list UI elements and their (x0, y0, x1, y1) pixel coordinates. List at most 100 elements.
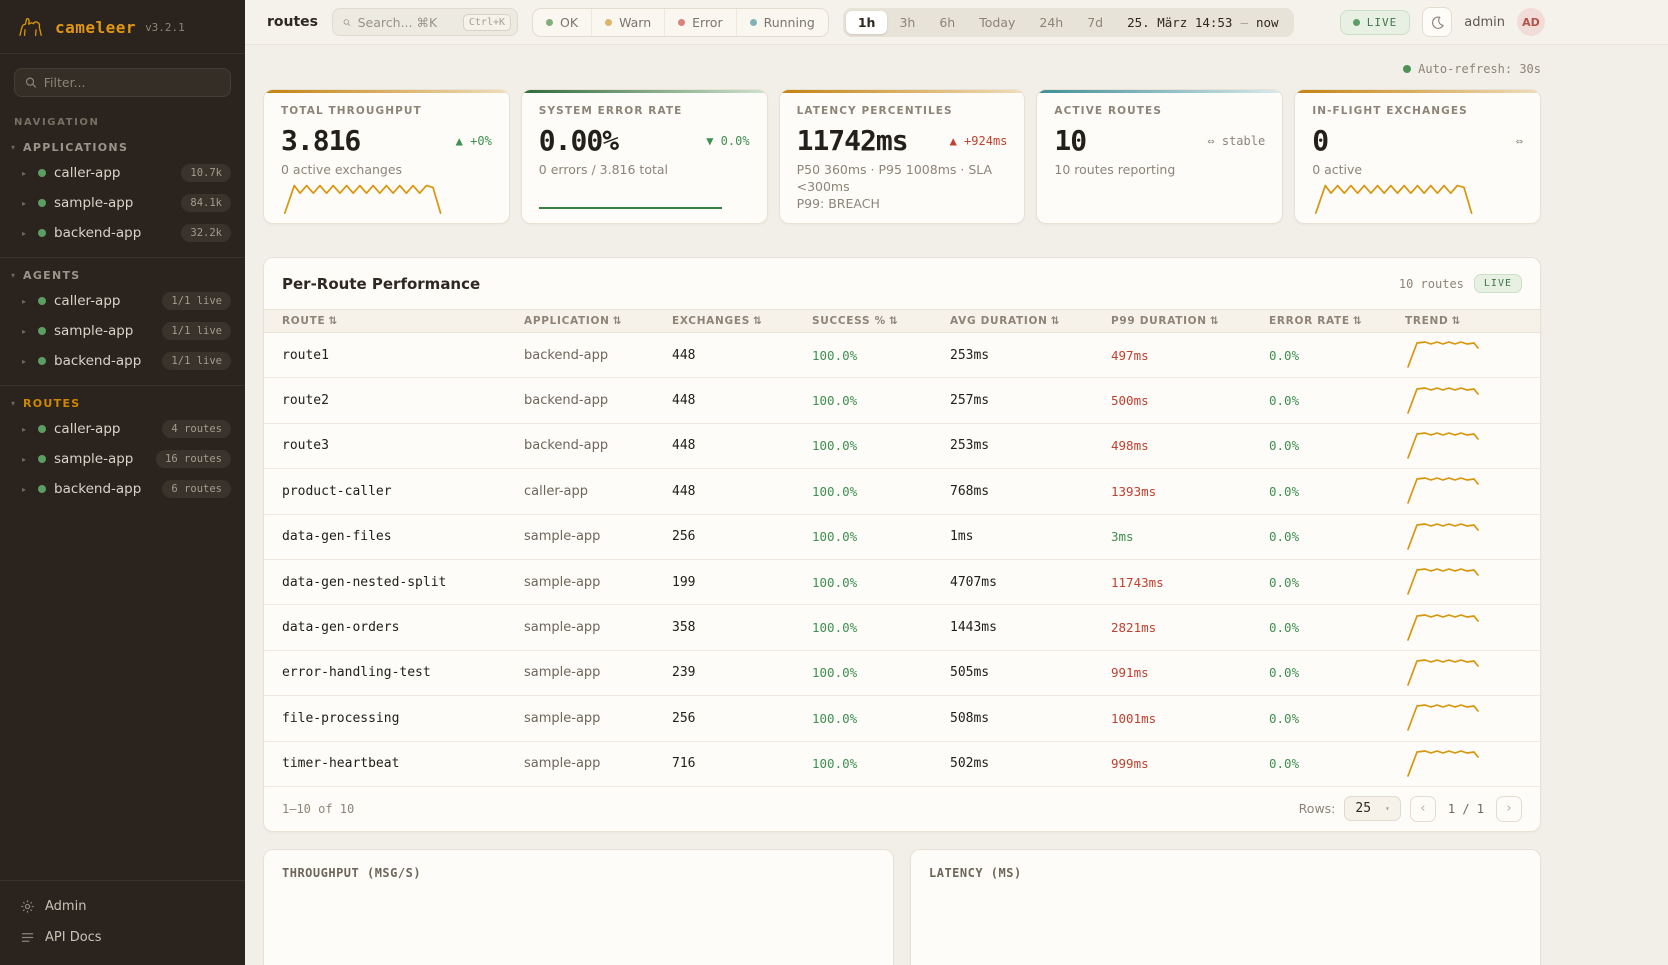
username[interactable]: admin (1464, 15, 1505, 30)
sidebar-item-routes-backend-app[interactable]: ▸ backend-app 6 routes (0, 474, 245, 504)
table-row[interactable]: data-gen-nested-splitsample-app199100.0%… (264, 560, 1540, 605)
filter-ok[interactable]: OK (533, 9, 592, 36)
table-row[interactable]: error-handling-testsample-app239100.0%50… (264, 651, 1540, 696)
table-row[interactable]: data-gen-filessample-app256100.0%1ms3ms0… (264, 515, 1540, 560)
time-range-6h[interactable]: 6h (927, 11, 967, 34)
table-row[interactable]: route3backend-app448100.0%253ms498ms0.0% (264, 424, 1540, 469)
sidebar-item-backend-app[interactable]: ▸ backend-app 32.2k (0, 218, 245, 248)
theme-toggle-button[interactable] (1422, 7, 1452, 37)
sidebar-section-applications[interactable]: ▾ APPLICATIONS (0, 132, 245, 158)
table-live-badge: LIVE (1474, 274, 1522, 293)
item-label: caller-app (54, 293, 154, 309)
sidebar-item-caller-app[interactable]: ▸ caller-app 10.7k (0, 158, 245, 188)
chevron-right-icon: ▸ (22, 455, 30, 464)
filter-label: Error (692, 15, 722, 30)
time-range-7d[interactable]: 7d (1075, 11, 1115, 34)
sidebar-item-routes-caller-app[interactable]: ▸ caller-app 4 routes (0, 414, 245, 444)
cell-avg-duration: 4707ms (950, 575, 1111, 590)
sort-icon: ⇅ (1210, 315, 1220, 327)
column-trend[interactable]: TREND⇅ (1405, 315, 1524, 327)
trend-sparkline (1405, 655, 1481, 687)
cell-avg-duration: 505ms (950, 665, 1111, 680)
routes-badge: 6 routes (162, 480, 231, 498)
live-badge: 1/1 live (162, 292, 231, 310)
item-label: sample-app (54, 195, 173, 211)
avatar[interactable]: AD (1517, 8, 1545, 36)
breadcrumb: routes (267, 14, 318, 30)
cell-success: 100.0% (812, 484, 950, 499)
count-badge: 84.1k (181, 194, 231, 212)
sidebar-section-routes[interactable]: ▾ ROUTES (0, 388, 245, 414)
sidebar-section-agents[interactable]: ▾ AGENTS (0, 260, 245, 286)
rows-per-page-select[interactable]: 25 ▾ (1344, 796, 1400, 821)
auto-refresh-label: Auto-refresh: 30s (1418, 62, 1541, 76)
column-route[interactable]: ROUTE⇅ (282, 315, 524, 327)
cell-exchanges: 199 (672, 575, 812, 590)
time-range-1h[interactable]: 1h (846, 11, 888, 34)
table-row[interactable]: data-gen-orderssample-app358100.0%1443ms… (264, 605, 1540, 650)
cell-route: data-gen-files (282, 529, 524, 544)
chevron-down-icon: ▾ (11, 143, 15, 152)
chevron-down-icon: ▾ (11, 271, 15, 280)
column-avg-duration[interactable]: AVG DURATION⇅ (950, 315, 1111, 327)
cell-avg-duration: 253ms (950, 438, 1111, 453)
item-label: caller-app (54, 421, 154, 437)
app-logo[interactable]: cameleer v3.2.1 (0, 0, 245, 54)
filter-warn[interactable]: Warn (592, 9, 665, 36)
sidebar-item-admin[interactable]: Admin (0, 891, 245, 922)
prev-page-button[interactable]: ‹ (1410, 796, 1436, 822)
live-label: LIVE (1367, 16, 1398, 29)
table-row[interactable]: product-callercaller-app448100.0%768ms13… (264, 469, 1540, 514)
cell-p99-duration: 3ms (1111, 529, 1269, 544)
date-range[interactable]: 25. März 14:53—now (1115, 15, 1290, 30)
table-row[interactable]: file-processingsample-app256100.0%508ms1… (264, 696, 1540, 741)
latency-chart-card: LATENCY (MS) (910, 849, 1541, 965)
cell-trend (1405, 700, 1524, 736)
card-accent-bar (1037, 90, 1282, 93)
table-row[interactable]: route1backend-app448100.0%253ms497ms0.0% (264, 333, 1540, 378)
next-page-button[interactable]: › (1496, 796, 1522, 822)
status-filter-group: OK Warn Error Running (532, 8, 829, 37)
route-count: 10 routes (1399, 277, 1464, 291)
cell-error-rate: 0.0% (1269, 393, 1405, 408)
count-badge: 10.7k (181, 164, 231, 182)
sidebar-item-api-docs[interactable]: API Docs (0, 922, 245, 953)
filter-error[interactable]: Error (665, 9, 736, 36)
admin-label: Admin (45, 899, 86, 914)
sidebar-item-sample-app[interactable]: ▸ sample-app 84.1k (0, 188, 245, 218)
sort-icon: ⇅ (328, 315, 338, 327)
global-search[interactable]: Ctrl+K (332, 8, 518, 36)
sidebar-item-routes-sample-app[interactable]: ▸ sample-app 16 routes (0, 444, 245, 474)
sidebar-item-agent-caller-app[interactable]: ▸ caller-app 1/1 live (0, 286, 245, 316)
column-success[interactable]: SUCCESS %⇅ (812, 315, 950, 327)
sidebar-filter[interactable] (14, 68, 231, 97)
table-row[interactable]: timer-heartbeatsample-app716100.0%502ms9… (264, 742, 1540, 787)
table-row[interactable]: route2backend-app448100.0%257ms500ms0.0% (264, 378, 1540, 423)
chevron-right-icon: ▸ (22, 297, 30, 306)
routes-badge: 16 routes (156, 450, 231, 468)
status-dot (38, 425, 46, 433)
live-badge[interactable]: LIVE (1340, 10, 1411, 35)
status-dot (38, 199, 46, 207)
item-label: sample-app (54, 323, 154, 339)
cell-error-rate: 0.0% (1269, 529, 1405, 544)
time-range-today[interactable]: Today (967, 11, 1027, 34)
kpi-subtitle: 10 routes reporting (1054, 162, 1265, 179)
column-p99-duration[interactable]: P99 DURATION⇅ (1111, 315, 1269, 327)
column-exchanges[interactable]: EXCHANGES⇅ (672, 315, 812, 327)
kpi-delta: ▼ 0.0% (706, 134, 749, 148)
search-input[interactable] (358, 15, 456, 30)
count-badge: 32.2k (181, 224, 231, 242)
cell-success: 100.0% (812, 711, 950, 726)
time-range-24h[interactable]: 24h (1027, 11, 1075, 34)
time-range-3h[interactable]: 3h (887, 11, 927, 34)
topbar: routes Ctrl+K OK Warn Error (245, 0, 1668, 45)
date-to: now (1256, 15, 1279, 30)
sidebar-item-agent-backend-app[interactable]: ▸ backend-app 1/1 live (0, 346, 245, 376)
kpi-active-routes: ACTIVE ROUTES 10 ⇔ stable 10 routes repo… (1036, 89, 1283, 224)
filter-running[interactable]: Running (737, 9, 828, 36)
filter-input[interactable] (44, 75, 220, 90)
column-application[interactable]: APPLICATION⇅ (524, 315, 672, 327)
column-error-rate[interactable]: ERROR RATE⇅ (1269, 315, 1405, 327)
sidebar-item-agent-sample-app[interactable]: ▸ sample-app 1/1 live (0, 316, 245, 346)
